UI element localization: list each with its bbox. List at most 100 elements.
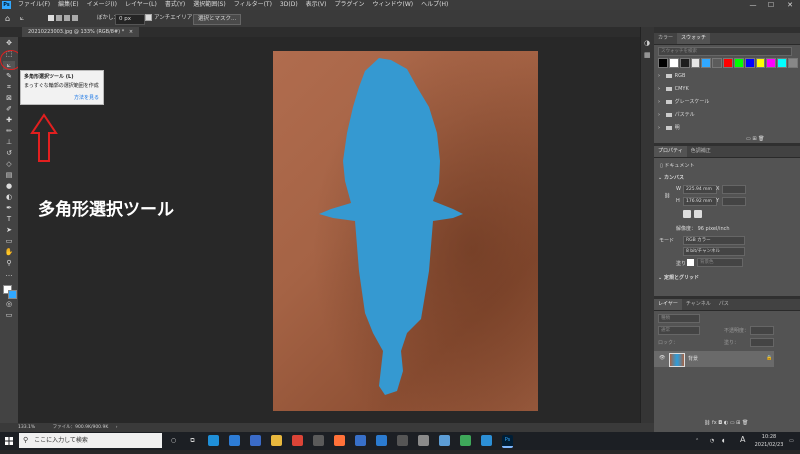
- taskbar-app-thunderbird-icon[interactable]: [355, 435, 366, 446]
- taskbar-app-store-icon[interactable]: [250, 435, 261, 446]
- feather-input[interactable]: 0 px: [115, 14, 145, 25]
- add-mask-icon[interactable]: ◘: [718, 420, 722, 426]
- swatch-chip[interactable]: [723, 58, 733, 68]
- layer-style-icon[interactable]: fx: [712, 420, 717, 426]
- rectangle-tool-icon[interactable]: ▭: [3, 237, 15, 246]
- new-layer-icon[interactable]: ⊞: [736, 420, 740, 426]
- blend-mode-select[interactable]: 通常: [658, 326, 700, 335]
- clone-stamp-tool-icon[interactable]: ⊥: [3, 138, 15, 147]
- new-group-icon[interactable]: ▭: [730, 420, 735, 426]
- cortana-icon[interactable]: ○: [168, 435, 179, 446]
- swatch-chip[interactable]: [788, 58, 798, 68]
- delete-swatch-icon[interactable]: 🗑: [758, 136, 764, 142]
- blur-tool-icon[interactable]: ●: [3, 182, 15, 191]
- taskbar-search-box[interactable]: ⚲ ここに入力して検索: [19, 433, 162, 448]
- bit-depth-select[interactable]: 8 bit/チャンネル: [683, 247, 745, 256]
- background-color-swatch[interactable]: [8, 290, 17, 299]
- taskbar-app-firefox-icon[interactable]: [334, 435, 345, 446]
- pen-tool-icon[interactable]: ✒: [3, 204, 15, 213]
- menu-select[interactable]: 選択範囲(S): [189, 0, 230, 10]
- quick-mask-icon[interactable]: ◎: [3, 300, 15, 309]
- menu-edit[interactable]: 編集(E): [54, 0, 82, 10]
- quick-select-tool-icon[interactable]: ✎: [3, 72, 15, 81]
- canvas-x-input[interactable]: [722, 185, 746, 194]
- zoom-level[interactable]: 133.1%: [18, 425, 35, 430]
- tab-adjustments[interactable]: 色調補正: [687, 146, 715, 157]
- orientation-landscape-button[interactable]: [694, 210, 702, 218]
- history-brush-tool-icon[interactable]: ↺: [3, 149, 15, 158]
- menu-help[interactable]: ヘルプ(H): [417, 0, 452, 10]
- rulers-section-label[interactable]: ⌄ 定規とグリッド: [658, 274, 699, 281]
- select-and-mask-button[interactable]: 選択とマスク...: [193, 14, 242, 25]
- taskbar-app-explorer-icon[interactable]: [271, 435, 282, 446]
- path-select-tool-icon[interactable]: ➤: [3, 226, 15, 235]
- taskbar-app-photos-icon[interactable]: [376, 435, 387, 446]
- swatches-panel-icon[interactable]: ▦: [644, 51, 651, 59]
- taskbar-app-photoshop-icon[interactable]: Ps: [502, 435, 513, 448]
- taskbar-app-app-e-icon[interactable]: [460, 435, 471, 446]
- canvas-section-label[interactable]: ⌄ カンバス: [658, 174, 684, 181]
- fill-color-swatch[interactable]: [687, 259, 694, 266]
- layer-fill-input[interactable]: [750, 338, 774, 347]
- swatch-folder-grayscale[interactable]: › グレースケール: [658, 98, 709, 107]
- menu-view[interactable]: 表示(V): [302, 0, 331, 10]
- opacity-input[interactable]: [750, 326, 774, 335]
- menu-window[interactable]: ウィンドウ(W): [368, 0, 417, 10]
- tab-swatches[interactable]: スウォッチ: [677, 33, 711, 44]
- ime-indicator[interactable]: A: [740, 436, 745, 444]
- color-panel-icon[interactable]: ◑: [644, 39, 650, 47]
- minimize-button[interactable]: —: [745, 0, 761, 10]
- antialias-checkbox[interactable]: アンチエイリアス: [145, 14, 198, 23]
- swatch-folder-cmyk[interactable]: › CMYK: [658, 85, 689, 94]
- dodge-tool-icon[interactable]: ◐: [3, 193, 15, 202]
- swatch-chip[interactable]: [701, 58, 712, 68]
- canvas-width-input[interactable]: 225.94 mm: [683, 185, 717, 194]
- menu-file[interactable]: ファイル(F): [14, 0, 54, 10]
- canvas-y-input[interactable]: [722, 197, 746, 206]
- new-selection-icon[interactable]: [48, 14, 54, 21]
- taskbar-app-vscode-icon[interactable]: [481, 435, 492, 446]
- canvas-height-input[interactable]: 176.92 mm: [683, 197, 717, 206]
- move-tool-icon[interactable]: ✥: [3, 39, 15, 48]
- new-group-icon[interactable]: ▭: [746, 136, 751, 142]
- tray-wifi-icon[interactable]: ◔: [710, 437, 714, 445]
- task-view-icon[interactable]: ⧉: [187, 435, 198, 446]
- healing-brush-tool-icon[interactable]: ✚: [3, 116, 15, 125]
- adjustment-layer-icon[interactable]: ◐: [724, 420, 728, 426]
- tray-network-icon[interactable]: ⌃: [695, 437, 699, 445]
- menu-plugins[interactable]: プラグイン: [330, 0, 368, 10]
- close-tab-icon[interactable]: ×: [129, 29, 133, 35]
- photoshop-app-icon[interactable]: Ps: [2, 1, 11, 9]
- gradient-tool-icon[interactable]: ▤: [3, 171, 15, 180]
- swatch-chip[interactable]: [658, 58, 668, 68]
- taskbar-app-mail-icon[interactable]: [229, 435, 240, 446]
- taskbar-app-app-a-icon[interactable]: [313, 435, 324, 446]
- swatch-chip[interactable]: [744, 58, 755, 68]
- tray-volume-icon[interactable]: ◖: [722, 437, 725, 445]
- taskbar-app-app-c-icon[interactable]: [418, 435, 429, 446]
- document-tab[interactable]: 20210223003.jpg @ 133% (RGB/8#) * ×: [22, 27, 140, 37]
- color-mode-select[interactable]: RGB カラー: [683, 236, 745, 245]
- frame-tool-icon[interactable]: ⊠: [3, 94, 15, 103]
- swatch-chip[interactable]: [668, 58, 679, 68]
- subtract-selection-icon[interactable]: [64, 14, 70, 21]
- swatch-folder-rgb[interactable]: › RGB: [658, 72, 685, 81]
- tab-paths[interactable]: パス: [715, 299, 733, 310]
- type-tool-icon[interactable]: T: [3, 215, 15, 224]
- tab-channels[interactable]: チャンネル: [682, 299, 715, 310]
- maximize-button[interactable]: ☐: [763, 0, 779, 10]
- swatch-chip[interactable]: [679, 58, 690, 68]
- notification-icon[interactable]: ▭: [789, 437, 794, 445]
- tab-properties[interactable]: プロパティ: [654, 146, 687, 157]
- swatch-chip[interactable]: [777, 58, 788, 68]
- brush-tool-icon[interactable]: ✏: [3, 127, 15, 136]
- taskbar-clock[interactable]: 10:28 2021/02/23: [752, 433, 786, 449]
- screen-mode-icon[interactable]: ▭: [3, 311, 15, 320]
- menu-filter[interactable]: フィルター(T): [230, 0, 276, 10]
- swatch-search-input[interactable]: スウォッチを検索: [658, 47, 792, 56]
- swatch-chip[interactable]: [733, 58, 744, 68]
- file-info[interactable]: ファイル：900.9K/900.9K: [53, 425, 109, 430]
- link-layers-icon[interactable]: ⛓: [704, 420, 710, 426]
- visibility-eye-icon[interactable]: 👁: [659, 355, 665, 361]
- taskbar-app-edge-icon[interactable]: [208, 435, 219, 446]
